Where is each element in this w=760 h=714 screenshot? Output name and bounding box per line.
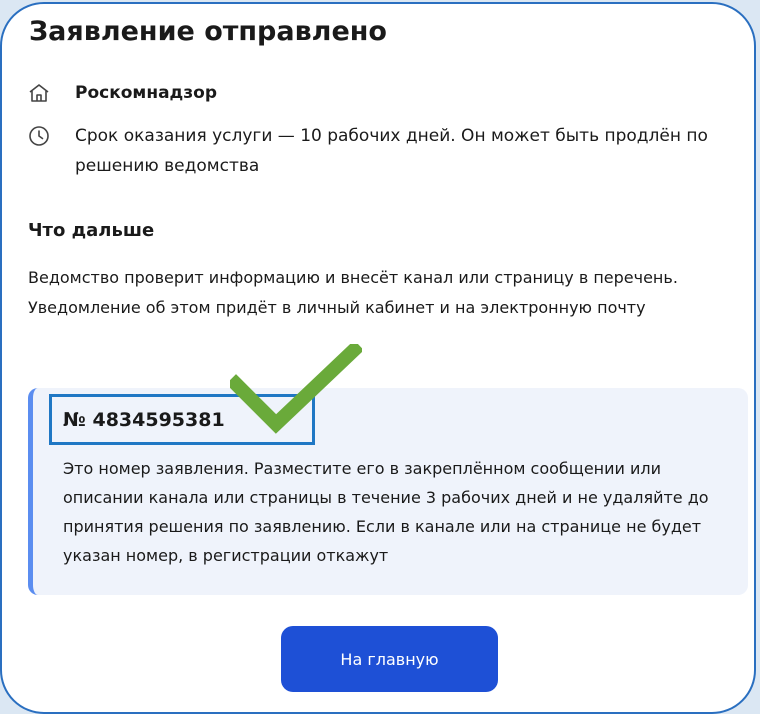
agency-row: Роскомнадзор [28,82,217,104]
deadline-row: Срок оказания услуги — 10 рабочих дней. … [28,125,745,181]
application-sent-card: Заявление отправлено Роскомнадзор Срок о… [0,2,756,714]
application-number-box: № 4834595381 Это номер заявления. Размес… [28,388,748,595]
next-steps-heading: Что дальше [28,220,155,241]
home-icon [29,84,49,102]
checkmark-icon [230,344,362,434]
next-steps-text: Ведомство проверит информацию и внесёт к… [28,268,678,317]
page-title: Заявление отправлено [29,16,387,47]
clock-icon [29,126,49,146]
application-number: № 4834595381 [63,409,225,431]
deadline-text: Срок оказания услуги — 10 рабочих дней. … [75,126,708,176]
agency-name: Роскомнадзор [75,83,218,103]
application-number-description: Это номер заявления. Разместите его в за… [63,459,709,565]
home-button[interactable]: На главную [281,626,498,692]
